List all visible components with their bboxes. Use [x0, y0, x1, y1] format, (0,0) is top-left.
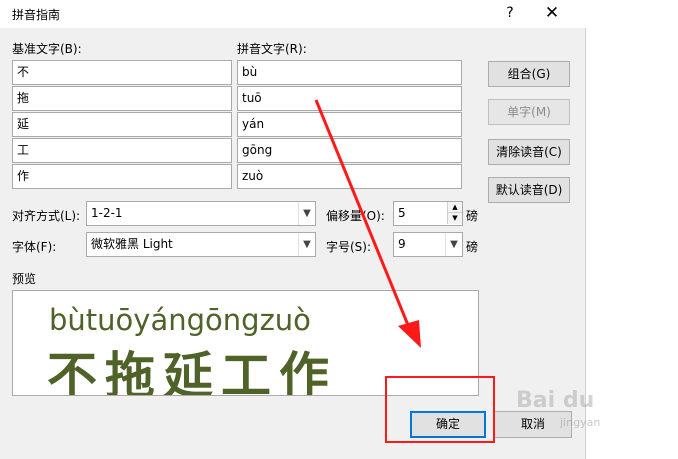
- arrow-head: [398, 320, 421, 348]
- watermark-sub: jingyan: [560, 416, 601, 429]
- watermark-logo: Bai du: [516, 388, 595, 413]
- arrow-shaft: [314, 99, 412, 331]
- annotation-highlight-box: [385, 376, 495, 443]
